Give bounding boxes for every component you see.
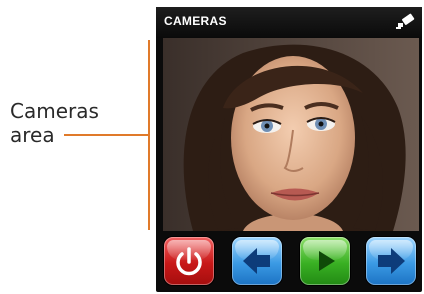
arrow-left-icon (243, 248, 270, 274)
arrow-right-icon (378, 248, 405, 274)
control-bar (156, 237, 422, 287)
annotation-bracket-line (148, 40, 150, 230)
title-bar: CAMERAS (156, 7, 422, 38)
screen-title: CAMERAS (164, 14, 227, 28)
device-screen: CAMERAS (156, 7, 422, 292)
play-icon (319, 251, 335, 271)
camera-icon (396, 13, 415, 29)
previous-camera-button[interactable] (232, 237, 282, 285)
power-button[interactable] (164, 237, 214, 285)
next-camera-button[interactable] (366, 237, 416, 285)
cameras-area-annotation: Cameras area (10, 99, 99, 147)
power-icon (176, 247, 202, 276)
annotation-leader-line (64, 134, 148, 136)
camera-feed-image (163, 38, 419, 231)
camera-video-feed[interactable] (163, 38, 419, 231)
play-button[interactable] (300, 237, 350, 285)
